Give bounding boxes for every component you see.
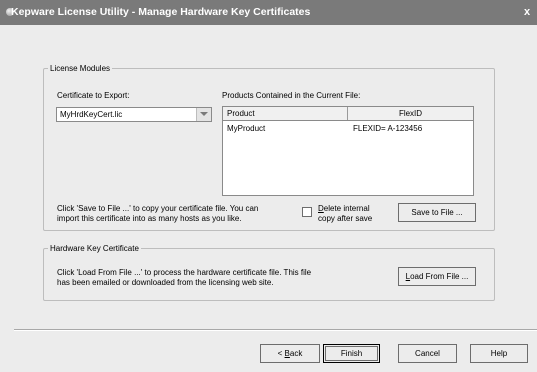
certificate-select-value: MyHrdKeyCert.lic: [60, 110, 123, 119]
help-button[interactable]: Help: [470, 344, 528, 363]
footer-separator: [14, 329, 537, 331]
cancel-button[interactable]: Cancel: [398, 344, 457, 363]
load-from-file-button[interactable]: Load From File ...: [398, 267, 476, 286]
back-button[interactable]: < Back: [260, 344, 320, 363]
delete-label-line2: copy after save: [318, 214, 373, 223]
load-button-rest: oad From File ...: [410, 272, 469, 281]
delete-label-line1: Delete internal: [318, 204, 370, 213]
finish-button[interactable]: Finish: [323, 344, 380, 363]
certificate-select[interactable]: MyHrdKeyCert.lic: [56, 107, 212, 122]
load-hint-line1: Click 'Load From File ...' to process th…: [57, 268, 312, 277]
title-bar[interactable]: Kepware License Utility - Manage Hardwar…: [0, 0, 537, 25]
license-modules-legend: License Modules: [50, 64, 111, 73]
close-icon[interactable]: x: [521, 6, 533, 18]
save-hint-line2: import this certificate into as many hos…: [57, 214, 242, 223]
column-header-product[interactable]: Product: [223, 107, 348, 120]
list-item[interactable]: MyProduct FLEXID= A-123456: [223, 123, 473, 135]
save-to-file-button[interactable]: Save to File ...: [398, 203, 476, 222]
hardware-key-legend: Hardware Key Certificate: [50, 244, 139, 253]
products-list[interactable]: Product FlexID MyProduct FLEXID= A-12345…: [222, 106, 474, 196]
back-prefix: <: [277, 349, 285, 358]
load-hint-line2: has been emailed or downloaded from the …: [57, 278, 274, 287]
back-rest: ack: [289, 349, 303, 358]
delete-internal-checkbox[interactable]: [302, 207, 312, 217]
list-header: Product FlexID: [223, 107, 473, 121]
combo-dropdown-button[interactable]: [196, 108, 211, 121]
chevron-down-icon: [200, 112, 208, 116]
dialog-window: Kepware License Utility - Manage Hardwar…: [0, 0, 537, 372]
certificate-label: Certificate to Export:: [57, 91, 130, 100]
delete-label-rest: elete internal: [323, 204, 370, 213]
flexid-cell: FLEXID= A-123456: [353, 124, 423, 133]
save-hint-line1: Click 'Save to File ...' to copy your ce…: [57, 204, 259, 213]
products-label: Products Contained in the Current File:: [222, 91, 361, 100]
column-header-flexid[interactable]: FlexID: [348, 107, 473, 120]
window-title: Kepware License Utility - Manage Hardwar…: [11, 6, 311, 18]
product-cell: MyProduct: [227, 124, 266, 133]
